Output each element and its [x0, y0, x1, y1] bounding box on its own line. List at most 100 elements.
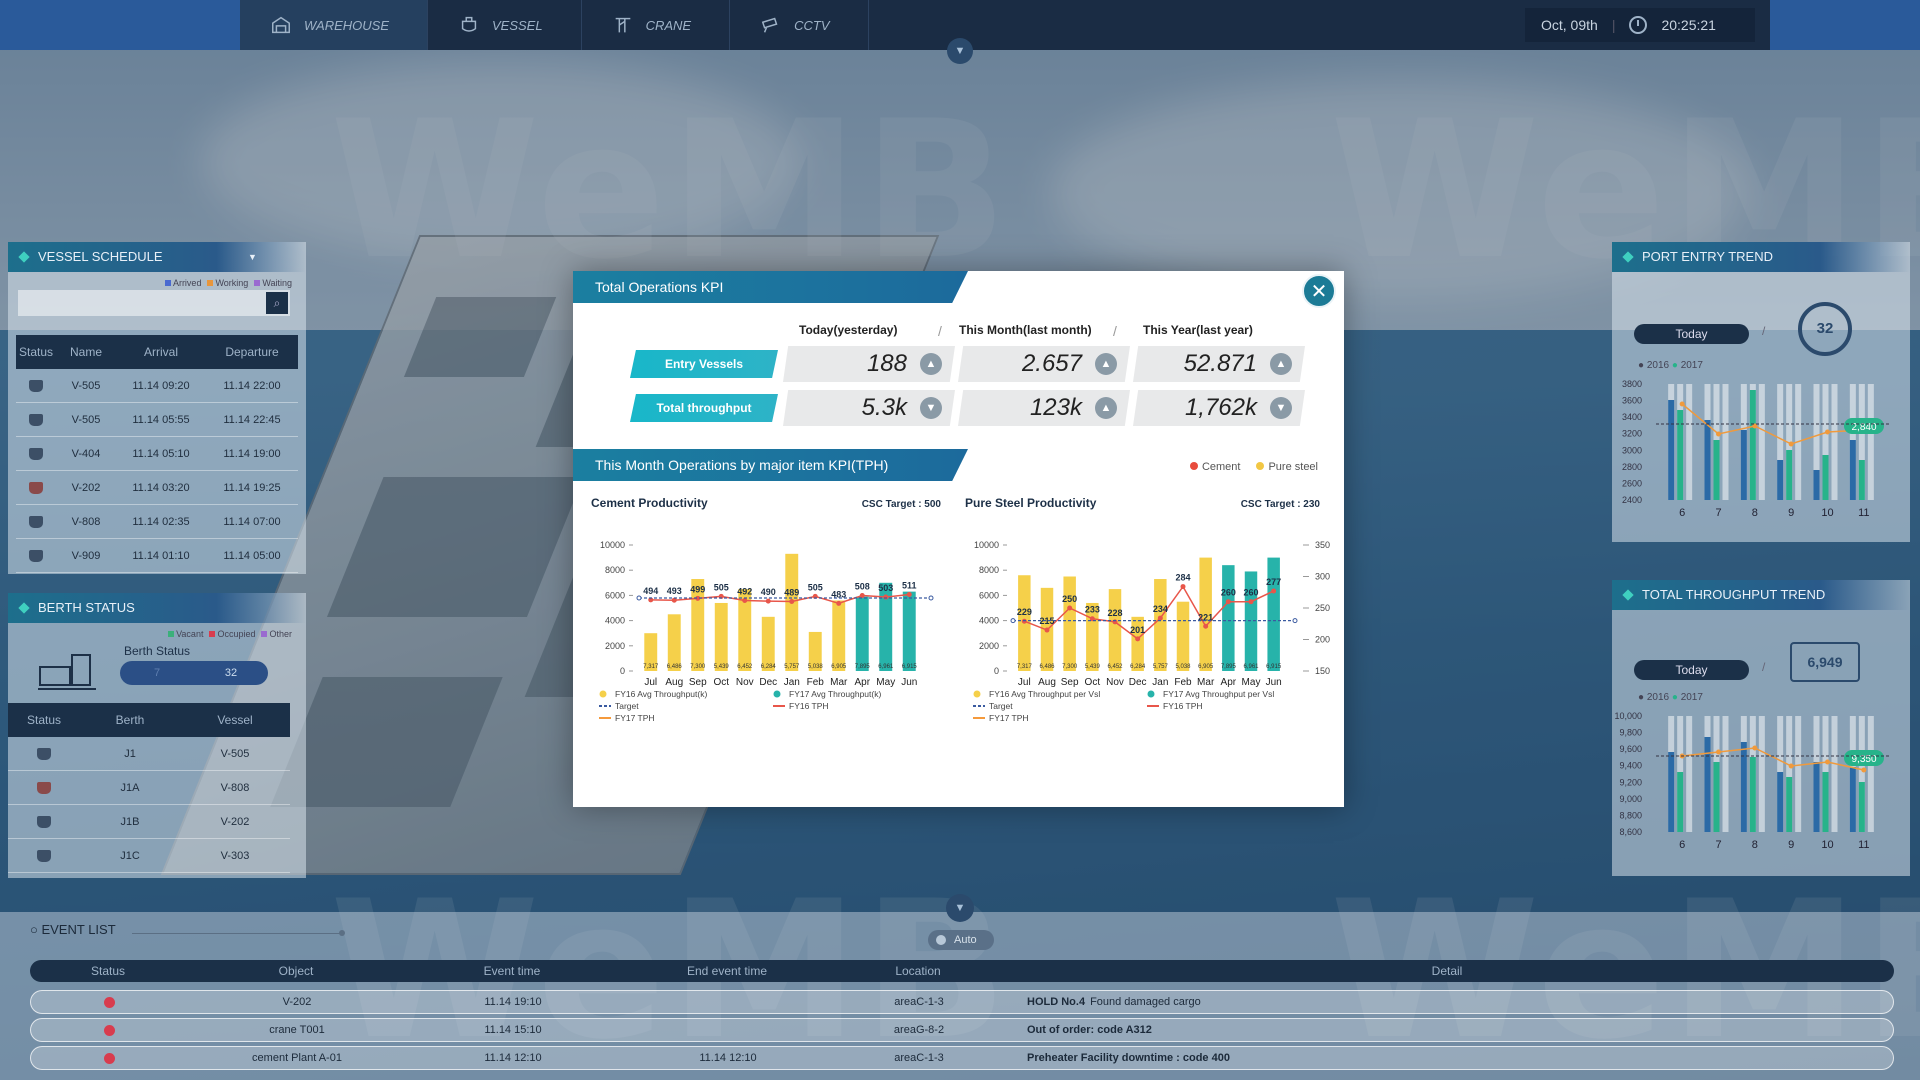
table-row[interactable]: V-505 11.14 09:20 11.14 22:00 — [16, 369, 298, 403]
table-row[interactable]: V-404 11.14 05:10 11.14 19:00 — [16, 437, 298, 471]
tph-point — [1135, 636, 1141, 642]
bar — [1176, 601, 1190, 671]
bar-label: 6,486 — [1039, 664, 1055, 670]
trend-point — [1716, 749, 1721, 755]
bar-track — [1867, 384, 1874, 500]
x-tick-label: Nov — [1106, 677, 1124, 688]
x-tick-label: Feb — [807, 677, 825, 688]
trend-legend: ● 2016 ● 2017 — [1638, 692, 1703, 703]
chart-title: Pure Steel Productivity — [965, 496, 1097, 510]
nav-warehouse[interactable]: WAREHOUSE — [240, 0, 428, 50]
bar — [1822, 772, 1829, 832]
panel-title: BERTH STATUS — [8, 593, 306, 623]
status-cell — [31, 996, 187, 1008]
bar-label: 6,905 — [831, 664, 847, 670]
auto-toggle[interactable]: Auto — [928, 930, 994, 950]
event-detail: Preheater Facility downtime : code 400 — [1001, 1052, 1893, 1064]
today-tab[interactable]: Today — [1634, 324, 1749, 344]
bar-track — [1867, 716, 1874, 832]
table-row[interactable]: J1C V-303 — [8, 839, 290, 873]
event-row[interactable]: V-202 11.14 19:10 areaC-1-3 HOLD No.4 Found … — [30, 990, 1894, 1014]
nav-label: WAREHOUSE — [304, 17, 389, 33]
bar — [1063, 576, 1076, 671]
nav-label: CCTV — [794, 17, 830, 33]
table-row[interactable]: J1A V-808 — [8, 771, 290, 805]
data-label: 234 — [1153, 604, 1168, 614]
bar-track — [1758, 716, 1765, 832]
vessel-search-input[interactable]: ⌕ — [18, 290, 290, 316]
nav-crane[interactable]: CRANE — [582, 0, 731, 50]
ship-icon — [37, 815, 51, 828]
ship-icon — [29, 413, 43, 426]
event-row[interactable]: cement Plant A-01 11.14 12:10 11.14 12:10 a… — [30, 1046, 1894, 1070]
table-row[interactable]: V-202 11.14 03:20 11.14 19:25 — [16, 471, 298, 505]
event-slider[interactable] — [132, 930, 345, 936]
data-label: 503 — [878, 583, 893, 593]
data-label: 489 — [784, 587, 799, 597]
end-event-time: 11.14 12:10 — [699, 1052, 757, 1064]
tph-point — [1225, 599, 1231, 605]
bar-label: 6,284 — [761, 664, 777, 670]
ship-icon — [29, 481, 43, 494]
bar — [902, 591, 916, 671]
today-tab[interactable]: Today — [1634, 660, 1749, 680]
tph-point — [1067, 605, 1073, 611]
table-row[interactable]: V-808 11.14 02:35 11.14 07:00 — [16, 505, 298, 539]
chart-title: Cement Productivity — [591, 496, 708, 510]
arrow-down-icon: ▼ — [920, 397, 942, 419]
data-label: 284 — [1175, 573, 1190, 583]
nav-cctv[interactable]: CCTV — [730, 0, 869, 50]
event-object: crane T001 — [269, 1024, 325, 1036]
nav-vessel[interactable]: VESSEL — [428, 0, 582, 50]
y-tick-label: 8,800 — [1619, 810, 1642, 820]
trend-point — [1788, 441, 1794, 447]
bar-label: 7,317 — [643, 664, 659, 670]
y-tick-label: 10000 — [974, 540, 999, 550]
table-row[interactable]: J1 V-505 — [8, 737, 290, 771]
bar-label: 5,038 — [1175, 664, 1191, 670]
tph-point — [742, 598, 748, 604]
close-button[interactable]: ✕ — [1302, 274, 1336, 308]
bar-label: 5,439 — [1085, 664, 1101, 670]
bar-label: 7,300 — [1062, 664, 1078, 670]
collapse-top-button[interactable]: ▼ — [947, 38, 973, 64]
bar-label: 6,915 — [1266, 664, 1282, 670]
search-icon[interactable]: ⌕ — [266, 292, 288, 314]
data-label: 490 — [761, 587, 776, 597]
berth-name: J1C — [120, 849, 140, 862]
data-label: 494 — [643, 586, 658, 596]
tph-point — [1021, 618, 1027, 624]
time-text: 20:25:21 — [1661, 17, 1716, 33]
y2-tick-label: 350 — [1315, 540, 1330, 550]
y-tick-label: 0 — [994, 666, 999, 676]
bar-label: 5,757 — [784, 664, 800, 670]
event-time: 11.14 15:10 — [484, 1024, 542, 1036]
separator: / — [1762, 660, 1766, 674]
berth-status-panel: BERTH STATUS Vacant Occupied Other Berth… — [8, 593, 306, 878]
table-row[interactable]: V-909 11.14 01:10 11.14 05:00 — [16, 539, 298, 573]
chevron-down-icon: ▼ — [954, 902, 966, 914]
data-label: 215 — [1039, 616, 1054, 626]
x-tick-label: Jan — [1152, 677, 1168, 688]
separator: / — [1762, 324, 1766, 338]
data-label: 493 — [667, 586, 682, 596]
x-tick-label: 6 — [1679, 507, 1685, 519]
bar — [1786, 777, 1793, 832]
status-cell — [16, 413, 56, 426]
table-row[interactable]: J1B V-202 — [8, 805, 290, 839]
x-tick-label: Sep — [689, 677, 707, 688]
throughput-chart: 10,000 9,800 9,600 9,400 9,200 9,000 8,800 8,60… — [1614, 711, 1890, 851]
x-tick-label: 11 — [1858, 839, 1869, 851]
x-tick-label: May — [1242, 677, 1261, 688]
collapse-bottom-button[interactable]: ▼ — [946, 894, 974, 922]
trend-point — [1679, 401, 1685, 407]
x-tick-label: 7 — [1715, 507, 1721, 519]
data-label: 277 — [1266, 577, 1281, 587]
table-header: Status Berth Vessel — [8, 703, 290, 737]
chevron-down-icon[interactable]: ▼ — [248, 242, 257, 272]
x-tick-label: Oct — [1085, 677, 1101, 688]
bar — [1244, 571, 1258, 671]
event-row[interactable]: crane T001 11.14 15:10 areaG-8-2 Out of ord… — [30, 1018, 1894, 1042]
table-row[interactable]: V-505 11.14 05:55 11.14 22:45 — [16, 403, 298, 437]
event-detail-strong: HOLD No.4 — [1027, 996, 1086, 1008]
